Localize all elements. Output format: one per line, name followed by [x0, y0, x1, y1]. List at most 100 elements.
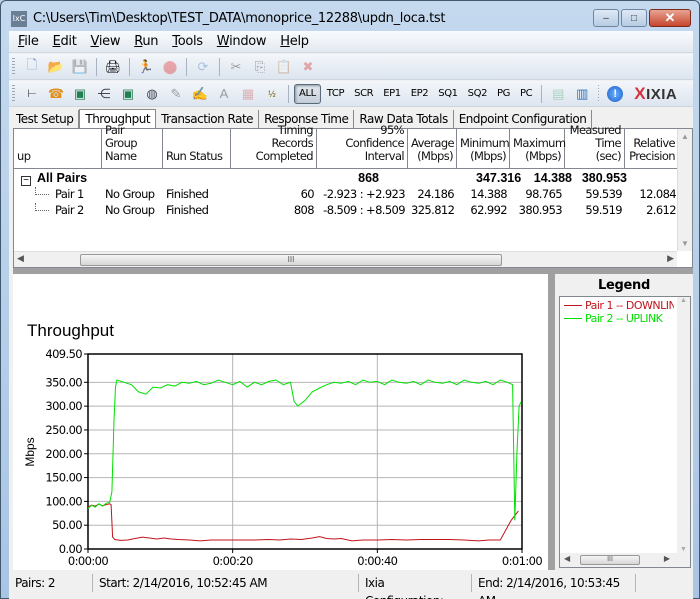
- info-button[interactable]: !: [604, 83, 626, 105]
- vertical-splitter[interactable]: [548, 274, 555, 570]
- scroll-up-arrow-icon[interactable]: ▲: [678, 129, 692, 144]
- scroll-left-arrow-icon[interactable]: ◀: [564, 554, 570, 563]
- filter-ep1-button[interactable]: EP1: [379, 83, 405, 105]
- filter-ep2-button[interactable]: EP2: [407, 83, 433, 105]
- edit-script-icon[interactable]: ✍: [189, 83, 211, 105]
- x-tick-label: 0:01:00: [502, 554, 542, 568]
- copy-icon[interactable]: ⎘: [249, 56, 271, 78]
- swap-endpoints-icon[interactable]: ▦: [237, 83, 259, 105]
- title-bar[interactable]: IxC C:\Users\Tim\Desktop\TEST_DATA\monop…: [1, 1, 699, 31]
- menu-edit[interactable]: Edit: [46, 34, 84, 49]
- x-tick-label: 0:00:40: [357, 554, 397, 568]
- column-header[interactable]: Minimum (Mbps): [457, 129, 510, 168]
- menu-help[interactable]: Help: [273, 34, 315, 49]
- menu-file[interactable]: File: [11, 34, 46, 49]
- y-tick-label: 50.00: [52, 518, 82, 532]
- grid-scroll-thumb[interactable]: III: [80, 254, 502, 266]
- menu-run[interactable]: Run: [127, 34, 165, 49]
- tree-connector: [35, 203, 49, 211]
- summary-row[interactable]: − All Pairs 868 347.316 14.388 380.953: [14, 170, 679, 186]
- minimize-button[interactable]: –: [593, 9, 619, 27]
- filter-tcp-button[interactable]: TCP: [323, 83, 348, 105]
- stop-icon[interactable]: ⬤: [159, 56, 181, 78]
- delete-icon[interactable]: ✖: [297, 56, 319, 78]
- refresh-icon[interactable]: ⟳: [192, 56, 214, 78]
- cell-status: Finished: [166, 203, 209, 217]
- series-line-1: [87, 503, 519, 542]
- print-icon[interactable]: 🖨: [102, 56, 124, 78]
- import-icon[interactable]: ▥: [571, 83, 593, 105]
- add-pair-icon[interactable]: ⊢: [21, 83, 43, 105]
- save-icon[interactable]: 💾: [69, 56, 91, 78]
- legend-vertical-scrollbar[interactable]: ▲ ▼: [677, 297, 690, 553]
- y-tick-label: 150.00: [45, 471, 82, 485]
- toolbar-separator: [288, 84, 289, 103]
- column-header[interactable]: Pair Group Name: [102, 124, 163, 168]
- scroll-left-arrow-icon[interactable]: ◀: [17, 253, 24, 264]
- collapse-toggle[interactable]: −: [21, 176, 31, 186]
- status-bar: Pairs: 2 Start: 2/14/2016, 10:52:45 AM I…: [9, 572, 693, 599]
- standard-toolbar: 🗋 📂 💾 🖨 🏃 ⬤ ⟳ ✂ ⎘ 📋 ✖: [9, 54, 693, 80]
- sort-pairs-icon[interactable]: ½: [261, 83, 283, 105]
- y-tick-label: 250.00: [45, 423, 82, 437]
- column-header[interactable]: Timing Records Completed: [231, 124, 317, 168]
- pair-name: Pair 2: [55, 203, 84, 217]
- scroll-right-arrow-icon[interactable]: ▶: [667, 253, 674, 264]
- info-icon: !: [607, 85, 624, 102]
- column-header[interactable]: up: [14, 129, 102, 168]
- filter-all-button[interactable]: ALL: [294, 83, 321, 104]
- filter-pc-button[interactable]: PC: [516, 83, 536, 105]
- status-pairs: Pairs: 2: [9, 574, 93, 592]
- table-row[interactable]: Pair 2 No Group Finished 808 -8.509 : +8.509…: [14, 202, 679, 218]
- edit-icon[interactable]: ✎: [165, 83, 187, 105]
- open-folder-icon[interactable]: 📂: [45, 56, 67, 78]
- filter-scr-button[interactable]: SCR: [350, 83, 377, 105]
- legend-item[interactable]: Pair 1 -- DOWNLINK: [564, 299, 674, 312]
- add-app-group-icon[interactable]: ▣: [117, 83, 139, 105]
- legend-horizontal-scrollbar[interactable]: ◀ III ▶: [560, 553, 690, 567]
- add-multicast-icon[interactable]: ⋲: [93, 83, 115, 105]
- rename-icon[interactable]: A: [213, 83, 235, 105]
- menu-tools[interactable]: Tools: [165, 34, 210, 49]
- add-hardware-pair-icon[interactable]: ◍: [141, 83, 163, 105]
- add-voip-pair-icon[interactable]: ☎: [45, 83, 67, 105]
- new-file-icon[interactable]: 🗋: [21, 56, 43, 78]
- toolbar-separator: [598, 84, 600, 103]
- cut-icon[interactable]: ✂: [225, 56, 247, 78]
- filter-sq2-button[interactable]: SQ2: [464, 83, 491, 105]
- summary-average: 347.316: [476, 171, 522, 185]
- column-header[interactable]: Average (Mbps): [408, 129, 457, 168]
- column-header[interactable]: 95% Confidence Interval: [317, 124, 408, 168]
- ixchariot-app-icon: IxC: [11, 11, 27, 27]
- close-button[interactable]: ✕: [649, 9, 691, 27]
- scroll-down-arrow-icon[interactable]: ▼: [678, 236, 692, 251]
- column-header[interactable]: Maximum (Mbps): [510, 129, 566, 168]
- run-icon[interactable]: 🏃: [135, 56, 157, 78]
- table-row[interactable]: Pair 1 No Group Finished 60 -2.923 : +2.923 2…: [14, 186, 679, 202]
- menu-view[interactable]: View: [84, 34, 128, 49]
- tree-connector: [35, 187, 49, 195]
- filter-pg-button[interactable]: PG: [493, 83, 514, 105]
- column-header[interactable]: Run Status: [163, 129, 231, 168]
- filter-sq1-button[interactable]: SQ1: [434, 83, 461, 105]
- column-header[interactable]: Measured Time (sec): [565, 124, 625, 168]
- scroll-up-arrow-icon[interactable]: ▲: [677, 297, 690, 304]
- legend-item[interactable]: Pair 2 -- UPLINK: [564, 312, 674, 325]
- cell-records: 60: [300, 187, 315, 201]
- grid-horizontal-scrollbar[interactable]: ◀ III ▶: [14, 251, 677, 267]
- status-ixia-config: Ixia Configuration:: [359, 574, 472, 599]
- grid-vertical-scrollbar[interactable]: ▲ ▼: [677, 129, 692, 251]
- legend-scroll-thumb[interactable]: III: [580, 555, 640, 565]
- export-icon[interactable]: ▤: [547, 83, 569, 105]
- y-axis-label: Mbps: [23, 437, 37, 466]
- toolbar-grip[interactable]: [12, 85, 15, 103]
- scroll-down-arrow-icon[interactable]: ▼: [677, 546, 690, 553]
- tab-test-setup[interactable]: Test Setup: [11, 110, 80, 128]
- maximize-button[interactable]: □: [621, 9, 647, 27]
- toolbar-grip[interactable]: [12, 58, 15, 76]
- scroll-right-arrow-icon[interactable]: ▶: [664, 554, 670, 563]
- add-video-pair-icon[interactable]: ▣: [69, 83, 91, 105]
- paste-icon[interactable]: 📋: [273, 56, 295, 78]
- menu-window[interactable]: Window: [210, 34, 273, 49]
- column-header[interactable]: Relative Precision: [625, 129, 679, 168]
